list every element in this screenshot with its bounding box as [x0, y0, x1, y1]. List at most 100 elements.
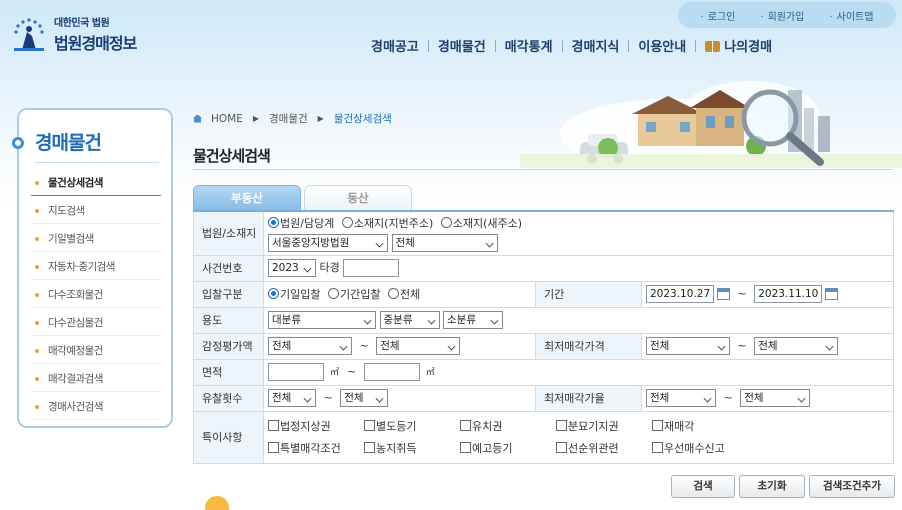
- chevron-down-icon: [703, 394, 712, 403]
- tab-real-estate[interactable]: 부동산: [193, 185, 301, 210]
- case-type-label: 타경: [319, 261, 340, 274]
- min-price-to-select[interactable]: 전체: [754, 337, 839, 355]
- checkbox[interactable]: [652, 442, 663, 453]
- fail-count-label: 유찰횟수: [193, 384, 264, 412]
- use-large-value: 대분류: [272, 314, 301, 326]
- help-link[interactable]: [205, 496, 229, 510]
- special-option[interactable]: 농지취득: [364, 440, 460, 456]
- case-number-input[interactable]: [343, 259, 400, 277]
- sidebar-item-upcoming-sale[interactable]: 매각예정물건: [31, 340, 161, 368]
- checkbox[interactable]: [364, 420, 375, 431]
- all-bid-radio[interactable]: [387, 288, 399, 299]
- logo-subtitle: 대한민국 법원: [54, 18, 110, 29]
- road-address-radio[interactable]: [440, 216, 452, 228]
- appraisal-cell: 전체 ~ 전체: [263, 332, 536, 360]
- chevron-down-icon: [303, 394, 312, 403]
- category-tabs: 부동산 동산: [193, 185, 415, 210]
- site-logo[interactable]: 대한민국 법원 법원경매정보: [10, 14, 137, 54]
- sidebar-item-case-search[interactable]: 경매사건검색: [31, 396, 161, 424]
- fail-count-from-select[interactable]: 전체: [268, 389, 316, 407]
- nav-my-auction[interactable]: 나의경매: [696, 36, 781, 55]
- checkbox[interactable]: [268, 442, 279, 453]
- nav-auction-knowledge[interactable]: 경매지식: [563, 36, 629, 55]
- special-cell: 법정지상권 별도등기 유치권 분묘기지권 재매각 특별매각조건 농지취득 예고등…: [262, 410, 895, 464]
- nav-sale-statistics[interactable]: 매각통계: [496, 36, 562, 55]
- checkbox[interactable]: [556, 442, 567, 453]
- period-to-input[interactable]: 2023.11.10: [754, 285, 823, 303]
- sidebar-item-most-interested[interactable]: 다수관심물건: [31, 312, 161, 340]
- breadcrumb-items[interactable]: 경매물건: [269, 111, 308, 126]
- court-select[interactable]: 서울중앙지방법원: [268, 233, 388, 252]
- chevron-down-icon: [490, 316, 499, 325]
- area-cell: ㎡ ~ ㎡: [262, 358, 895, 386]
- calendar-icon[interactable]: [717, 288, 730, 300]
- special-option[interactable]: 유치권: [460, 418, 556, 434]
- bid-type-cell: 기일입찰 기간입찰 전체: [263, 280, 536, 308]
- tab-movable-property[interactable]: 동산: [304, 185, 412, 210]
- special-option[interactable]: 법정지상권: [268, 418, 364, 434]
- appraisal-from-select[interactable]: 전체: [268, 337, 352, 355]
- chevron-down-icon: [375, 239, 384, 248]
- special-option[interactable]: 우선매수신고: [652, 440, 742, 456]
- search-button[interactable]: 검색: [671, 475, 735, 498]
- min-price-from-value: 전체: [650, 340, 670, 352]
- nav-auction-items[interactable]: 경매물건: [429, 36, 495, 55]
- login-link[interactable]: 로그인: [701, 8, 736, 23]
- chevron-right-icon: ▶: [252, 114, 260, 123]
- sidebar-item-detail-search[interactable]: 물건상세검색: [31, 172, 161, 200]
- area-from-input[interactable]: [268, 363, 324, 381]
- min-price-cell: 전체 ~ 전체: [640, 332, 895, 360]
- checkbox[interactable]: [268, 420, 279, 431]
- min-price-from-select[interactable]: 전체: [646, 337, 730, 355]
- checkbox[interactable]: [460, 420, 471, 431]
- nav-auction-notice[interactable]: 경매공고: [362, 36, 428, 55]
- use-small-value: 소분류: [447, 314, 476, 326]
- range-tilde: ~: [323, 391, 333, 404]
- min-rate-to-select[interactable]: 전체: [740, 389, 811, 407]
- checkbox[interactable]: [652, 420, 663, 431]
- add-condition-button[interactable]: 검색조건추가: [809, 475, 895, 498]
- lot-address-radio[interactable]: [341, 216, 353, 228]
- special-option[interactable]: 선순위관련: [556, 440, 652, 456]
- department-select[interactable]: 전체: [391, 233, 498, 252]
- period-from-input[interactable]: 2023.10.27: [646, 285, 714, 303]
- sitemap-link[interactable]: 사이트맵: [829, 8, 874, 23]
- case-year-value: 2023: [272, 262, 299, 274]
- use-large-select[interactable]: 대분류: [268, 311, 376, 329]
- sidebar-item-vehicle-search[interactable]: 자동차·중기검색: [31, 256, 161, 284]
- sidebar-item-map-search[interactable]: 지도검색: [31, 200, 161, 228]
- special-option[interactable]: 예고등기: [460, 440, 556, 456]
- search-form: 법원/소재지 법원/담당계 소재지(지번주소) 소재지(새주소) 서울중앙지방법…: [193, 210, 895, 464]
- court-emblem-icon: [10, 14, 50, 54]
- reset-button[interactable]: 초기화: [739, 475, 805, 498]
- sidebar-item-date-search[interactable]: 기일별검색: [31, 228, 161, 256]
- breadcrumb-home[interactable]: HOME: [211, 113, 243, 125]
- fail-count-to-select[interactable]: 전체: [340, 389, 389, 407]
- use-small-select[interactable]: 소분류: [443, 311, 503, 329]
- appraisal-to-select[interactable]: 전체: [376, 337, 461, 355]
- special-option[interactable]: 재매각: [652, 418, 742, 434]
- calendar-icon[interactable]: [825, 288, 839, 300]
- court-radio-label: 법원/담당계: [280, 216, 335, 230]
- nav-usage-guide[interactable]: 이용안내: [629, 36, 695, 55]
- lot-address-radio-label: 소재지(지번주소): [353, 216, 434, 230]
- signup-link[interactable]: 회원가입: [760, 8, 805, 23]
- sidebar-item-most-viewed[interactable]: 다수조회물건: [31, 284, 161, 312]
- period-bid-radio[interactable]: [327, 288, 339, 299]
- date-bid-radio[interactable]: [268, 288, 279, 299]
- special-option[interactable]: 분묘기지권: [556, 418, 652, 434]
- use-mid-select[interactable]: 중분류: [379, 311, 440, 329]
- checkbox[interactable]: [556, 420, 567, 431]
- sidebar-item-sale-results[interactable]: 매각결과검색: [31, 368, 161, 396]
- court-radio[interactable]: [268, 216, 279, 228]
- special-option[interactable]: 특별매각조건: [268, 440, 364, 456]
- min-rate-from-select[interactable]: 전체: [646, 389, 716, 407]
- special-option-label: 분묘기지권: [568, 420, 619, 433]
- checkbox[interactable]: [460, 442, 471, 453]
- special-option-label: 유치권: [472, 420, 503, 433]
- checkbox[interactable]: [364, 442, 375, 453]
- case-year-select[interactable]: 2023: [268, 259, 316, 277]
- area-to-input[interactable]: [363, 363, 420, 381]
- special-option[interactable]: 별도등기: [364, 418, 460, 434]
- special-option-label: 법정지상권: [280, 420, 331, 433]
